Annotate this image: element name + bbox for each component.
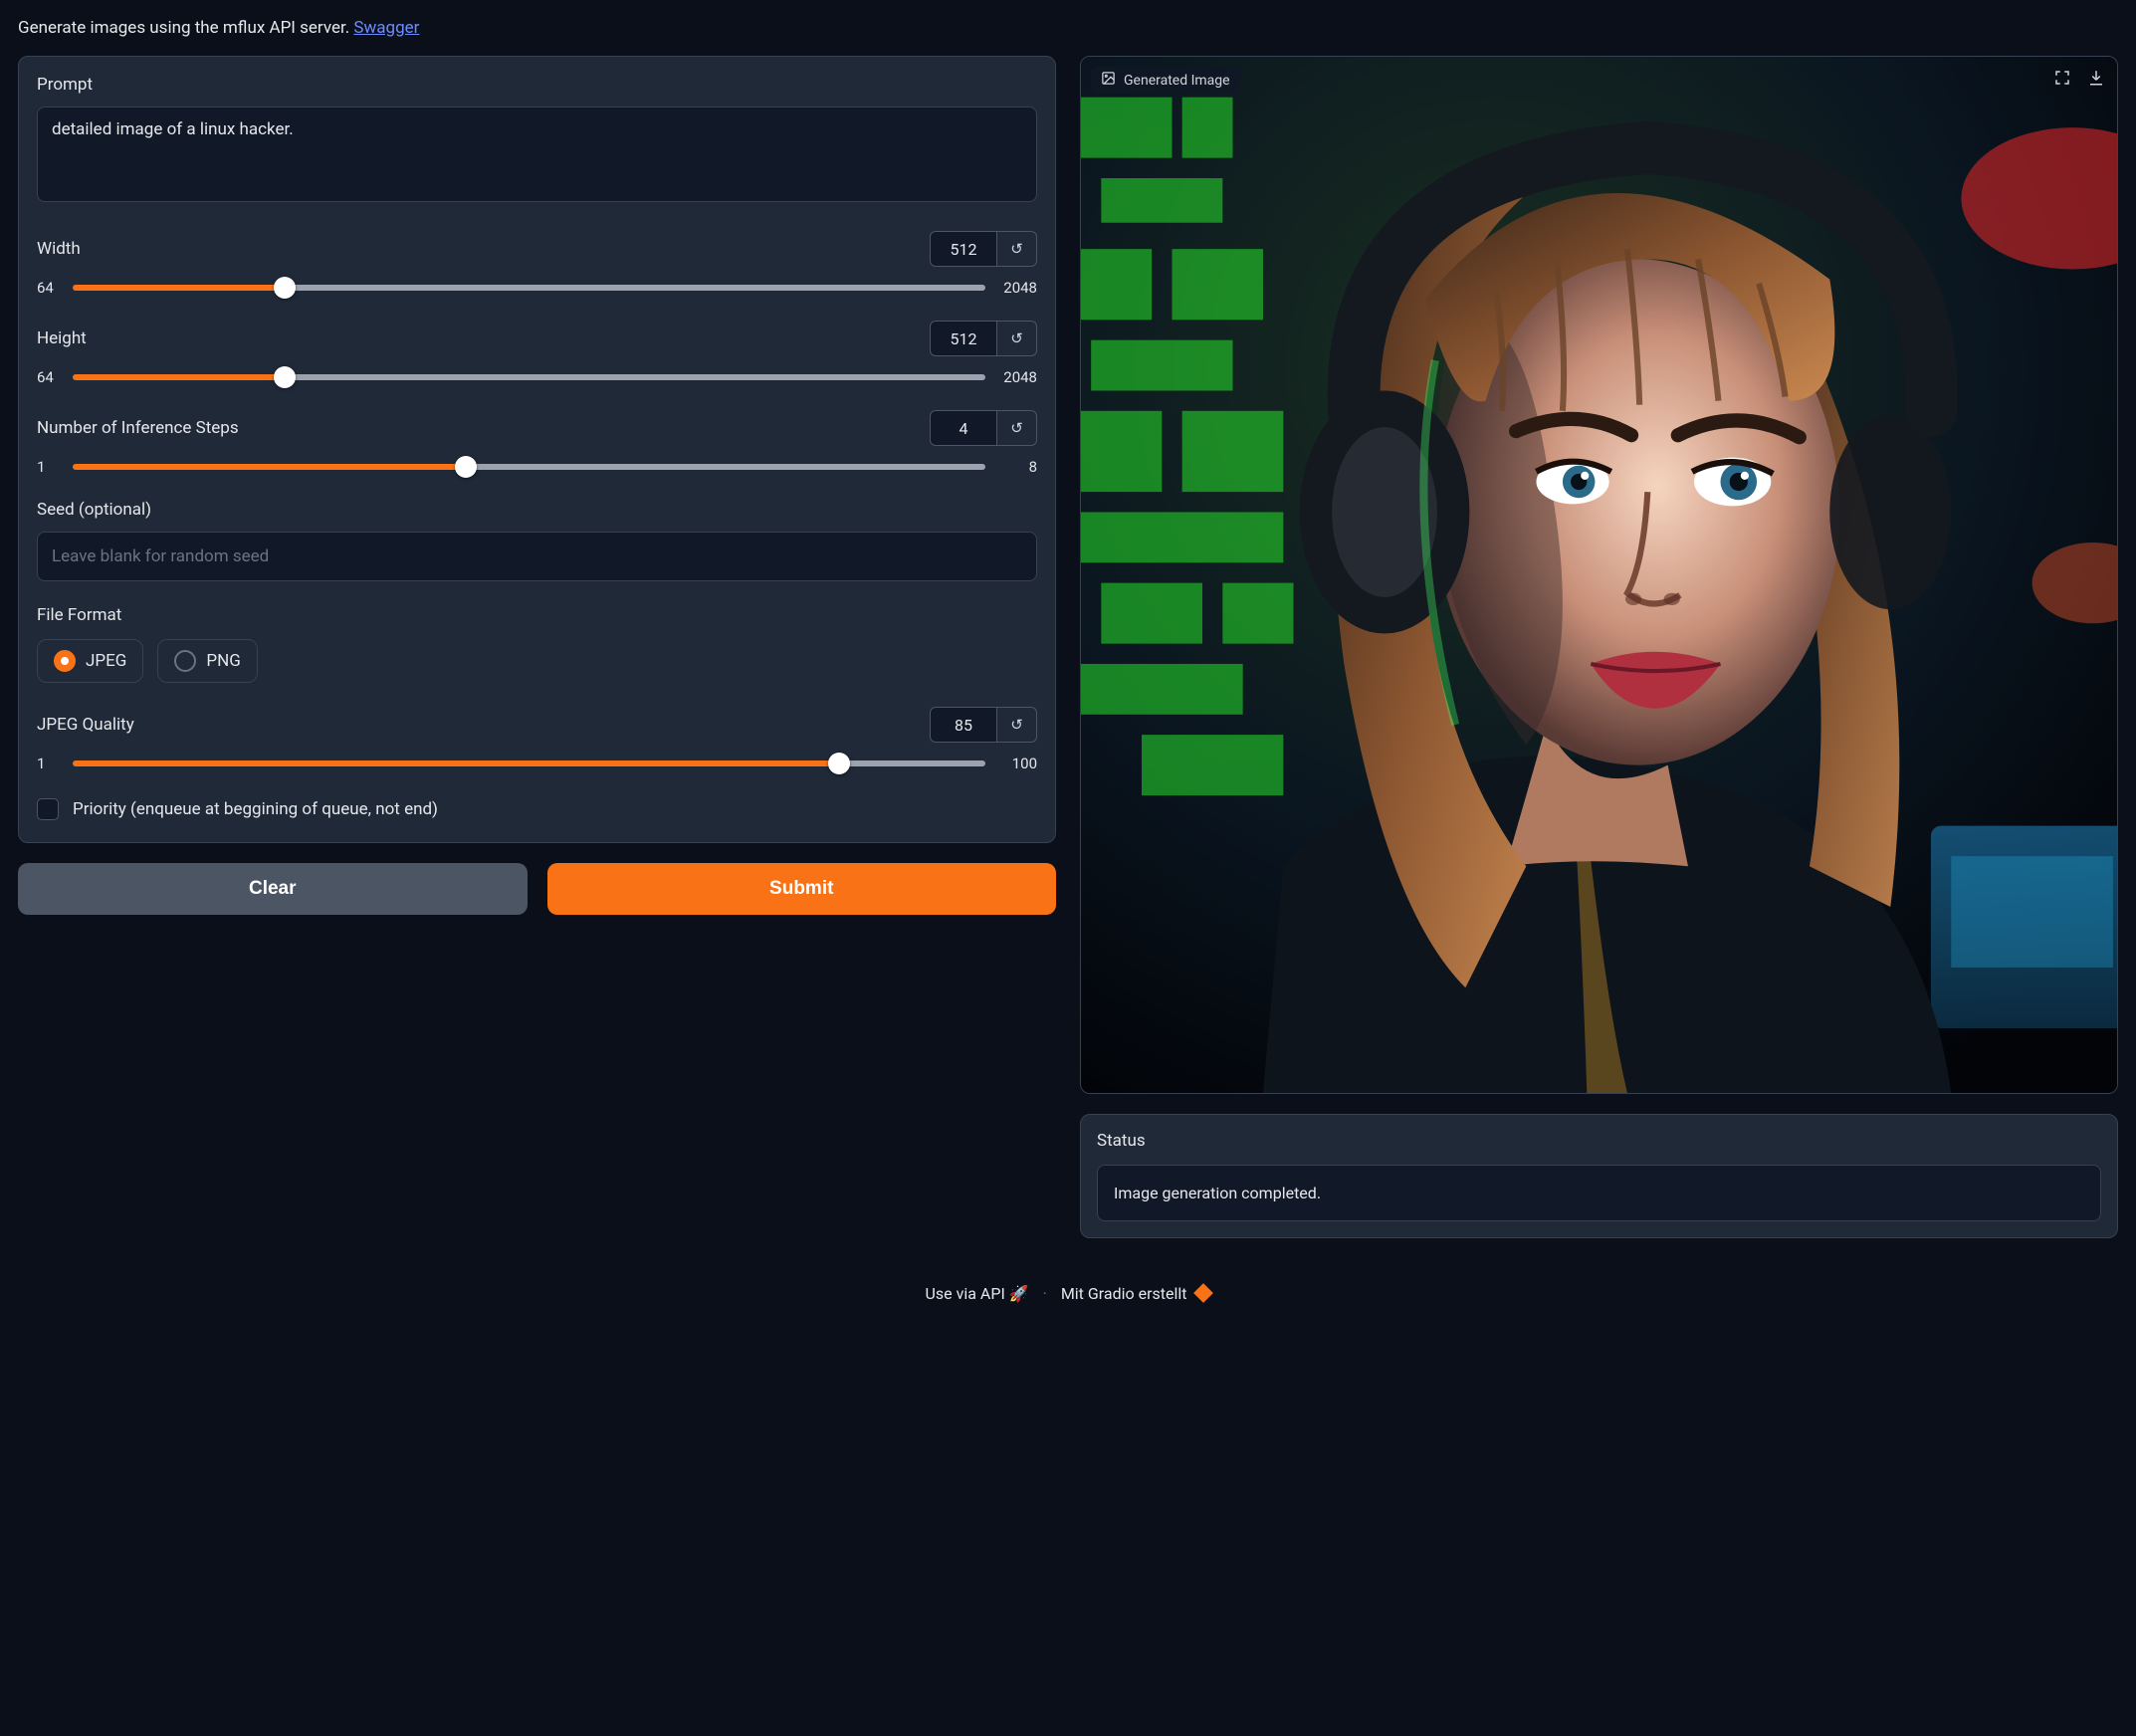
priority-checkbox[interactable] [37, 798, 59, 820]
radio-icon [174, 650, 196, 672]
fullscreen-button[interactable] [2051, 67, 2073, 89]
quality-reset-button[interactable]: ↺ [997, 707, 1037, 743]
height-value-input[interactable] [930, 321, 997, 356]
priority-label: Priority (enqueue at beggining of queue,… [73, 799, 438, 819]
submit-button[interactable]: Submit [547, 863, 1057, 915]
prompt-label: Prompt [37, 75, 1037, 95]
rocket-icon: 🚀 [1009, 1284, 1029, 1303]
quality-min: 1 [37, 755, 59, 772]
quality-slider[interactable] [73, 760, 985, 766]
quality-label: JPEG Quality [37, 715, 134, 735]
status-panel: Status Image generation completed. [1080, 1114, 2118, 1238]
height-label: Height [37, 328, 87, 348]
width-label: Width [37, 239, 81, 259]
status-text: Image generation completed. [1097, 1165, 2101, 1221]
prompt-input[interactable] [37, 107, 1037, 202]
width-slider[interactable] [73, 285, 985, 291]
format-png-label: PNG [206, 651, 240, 671]
use-via-api-link[interactable]: Use via API 🚀 [926, 1284, 1033, 1303]
steps-label: Number of Inference Steps [37, 418, 239, 438]
generated-image-panel: Generated Image [1080, 56, 2118, 1094]
image-caption-text: Generated Image [1124, 73, 1230, 89]
generated-image[interactable] [1081, 57, 2117, 1093]
clear-button[interactable]: Clear [18, 863, 528, 915]
height-slider[interactable] [73, 374, 985, 380]
width-min: 64 [37, 279, 59, 297]
height-max: 2048 [999, 368, 1037, 386]
steps-value-input[interactable] [930, 410, 997, 446]
steps-reset-button[interactable]: ↺ [997, 410, 1037, 446]
footer: Use via API 🚀 · Mit Gradio erstellt [18, 1284, 2118, 1303]
width-value-input[interactable] [930, 231, 997, 267]
download-icon [2087, 69, 2105, 87]
gradio-link[interactable]: Mit Gradio erstellt [1061, 1284, 1211, 1303]
quality-value-input[interactable] [930, 707, 997, 743]
reset-icon: ↺ [1010, 419, 1023, 437]
reset-icon: ↺ [1010, 716, 1023, 734]
image-caption: Generated Image [1091, 67, 1240, 94]
status-label: Status [1097, 1131, 2101, 1151]
height-min: 64 [37, 368, 59, 386]
seed-input[interactable] [37, 532, 1037, 581]
steps-min: 1 [37, 458, 59, 476]
width-reset-button[interactable]: ↺ [997, 231, 1037, 267]
settings-panel: Prompt Width ↺ 64 2048 [18, 56, 1056, 843]
width-max: 2048 [999, 279, 1037, 297]
steps-slider[interactable] [73, 464, 985, 470]
format-jpeg-radio[interactable]: JPEG [37, 639, 143, 683]
intro-prefix: Generate images using the mflux API serv… [18, 18, 353, 38]
steps-max: 8 [999, 458, 1037, 476]
file-format-label: File Format [37, 605, 1037, 625]
intro-text: Generate images using the mflux API serv… [18, 18, 2118, 38]
quality-max: 100 [999, 755, 1037, 772]
reset-icon: ↺ [1010, 329, 1023, 347]
download-button[interactable] [2085, 67, 2107, 89]
height-reset-button[interactable]: ↺ [997, 321, 1037, 356]
fullscreen-icon [2053, 69, 2071, 87]
format-jpeg-label: JPEG [86, 651, 126, 671]
reset-icon: ↺ [1010, 240, 1023, 258]
radio-icon [54, 650, 76, 672]
gradio-icon [1194, 1283, 1214, 1303]
image-icon [1101, 71, 1116, 90]
format-png-radio[interactable]: PNG [157, 639, 257, 683]
swagger-link[interactable]: Swagger [353, 18, 419, 38]
seed-label: Seed (optional) [37, 500, 1037, 520]
separator: · [1043, 1284, 1047, 1303]
